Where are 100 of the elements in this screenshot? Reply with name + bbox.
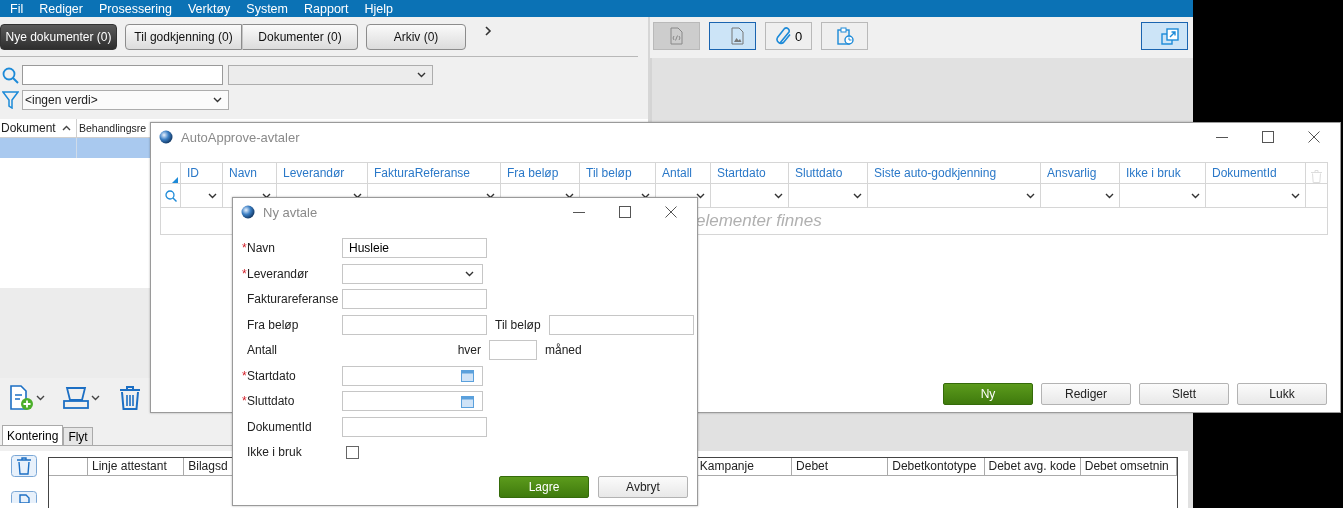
menu-item[interactable]: Rediger bbox=[31, 1, 91, 16]
column-header[interactable]: FakturaReferanse bbox=[368, 163, 501, 183]
menu-item[interactable]: Fil bbox=[2, 1, 32, 16]
trash-icon[interactable] bbox=[118, 385, 142, 411]
column-header[interactable]: Sluttdato bbox=[789, 163, 868, 183]
column-header[interactable]: Debetkontotype bbox=[888, 458, 985, 475]
column-header[interactable]: Startdato bbox=[711, 163, 789, 183]
field-label: Fakturareferanse bbox=[247, 292, 339, 307]
window-title: AutoApprove-avtaler bbox=[181, 129, 301, 145]
field-label: Antall bbox=[247, 343, 278, 358]
tab[interactable]: Nye dokumenter (0) bbox=[0, 24, 117, 50]
chevron-right-icon[interactable] bbox=[484, 26, 492, 36]
filter-icon[interactable] bbox=[2, 91, 19, 109]
toolbar-button[interactable]: 0 bbox=[765, 22, 812, 50]
menu-item[interactable]: System bbox=[238, 1, 296, 16]
caret-icon bbox=[774, 192, 783, 199]
document-icon[interactable] bbox=[11, 491, 37, 503]
search-field[interactable] bbox=[22, 65, 223, 85]
toolbar-button[interactable] bbox=[709, 22, 756, 50]
text-field[interactable] bbox=[342, 314, 487, 335]
column-header[interactable]: Debet omsetnin bbox=[1080, 458, 1177, 475]
dialog-button[interactable]: Lagre bbox=[499, 475, 589, 498]
field-label: Fra beløp bbox=[247, 317, 299, 332]
calendar-icon[interactable] bbox=[461, 369, 474, 383]
dialog-button[interactable]: Ny bbox=[943, 383, 1033, 405]
sort-ascending-icon bbox=[61, 125, 71, 131]
clipboard-clock-icon bbox=[835, 27, 854, 45]
column-header[interactable]: DokumentId bbox=[1206, 163, 1306, 183]
column-header[interactable]: Debet avg. kode bbox=[984, 458, 1081, 475]
column-header[interactable]: Navn bbox=[223, 163, 277, 183]
dialog-button[interactable]: Lukk bbox=[1237, 383, 1327, 405]
menu-item[interactable]: Hjelp bbox=[356, 1, 401, 16]
column-header[interactable]: Linje attestant bbox=[88, 458, 185, 475]
toolbar-button[interactable] bbox=[1141, 22, 1188, 50]
dialog-button[interactable]: Slett bbox=[1139, 383, 1229, 405]
code-file-icon bbox=[667, 27, 686, 45]
dropdown[interactable] bbox=[342, 263, 483, 284]
column-header[interactable]: Dokument bbox=[0, 119, 77, 137]
required-mark: * bbox=[242, 266, 247, 281]
date-field[interactable] bbox=[342, 365, 483, 386]
column-header[interactable]: ID bbox=[181, 163, 223, 183]
field-label: Ikke i bruk bbox=[247, 445, 302, 460]
scanner-icon[interactable] bbox=[63, 386, 89, 410]
date-field[interactable] bbox=[342, 391, 483, 412]
column-header[interactable]: Leverandør bbox=[277, 163, 368, 183]
caret-icon bbox=[1105, 192, 1114, 199]
column-header[interactable]: Siste auto-godkjenning bbox=[868, 163, 1041, 183]
globe-icon bbox=[159, 130, 173, 144]
field-label: Leverandør bbox=[247, 266, 309, 281]
search-icon[interactable] bbox=[164, 189, 177, 202]
column-header[interactable]: Ansvarlig bbox=[1041, 163, 1120, 183]
caret-icon bbox=[853, 192, 862, 199]
text-field[interactable] bbox=[342, 416, 487, 437]
caret-icon bbox=[1191, 192, 1200, 199]
menu-item[interactable]: Verktøy bbox=[179, 1, 239, 16]
dialog-button[interactable]: Avbryt bbox=[598, 475, 688, 498]
field-label: hver bbox=[456, 343, 481, 358]
image-file-icon bbox=[729, 27, 747, 45]
checkbox[interactable] bbox=[346, 445, 359, 459]
trash-icon[interactable] bbox=[11, 455, 37, 477]
search-icon[interactable] bbox=[2, 66, 19, 84]
dropdown[interactable] bbox=[228, 65, 433, 85]
column-header[interactable]: Antall bbox=[656, 163, 711, 183]
pop-out-icon bbox=[1161, 27, 1179, 45]
tab[interactable]: Flyt bbox=[63, 427, 93, 445]
caret-icon bbox=[465, 270, 474, 277]
field-label: DokumentId bbox=[247, 419, 312, 434]
toolbar-button[interactable] bbox=[821, 22, 868, 50]
tab[interactable]: Arkiv (0) bbox=[366, 24, 466, 50]
text-field[interactable] bbox=[549, 314, 694, 335]
column-header[interactable]: Fra beløp bbox=[501, 163, 580, 183]
field-label: Til beløp bbox=[495, 317, 542, 332]
menu-item[interactable]: Prosessering bbox=[91, 1, 180, 16]
globe-icon bbox=[241, 205, 255, 219]
number-field[interactable] bbox=[489, 340, 537, 361]
required-mark: * bbox=[242, 241, 247, 256]
filter-dropdown[interactable]: <ingen verdi> bbox=[22, 90, 229, 110]
required-mark: * bbox=[242, 394, 247, 409]
empty-message: elementer finnes bbox=[696, 211, 822, 231]
tab[interactable]: Til godkjenning (0) bbox=[125, 24, 242, 50]
caret-icon bbox=[91, 395, 100, 401]
column-header[interactable]: Til beløp bbox=[580, 163, 656, 183]
column-header[interactable]: Ikke i bruk bbox=[1120, 163, 1206, 183]
column-header[interactable]: Behandlingsre bbox=[77, 119, 147, 137]
calendar-icon[interactable] bbox=[461, 394, 474, 408]
dialog-button[interactable]: Rediger bbox=[1041, 383, 1131, 405]
menu-item[interactable]: Rapport bbox=[296, 1, 357, 16]
add-document-icon[interactable] bbox=[8, 385, 34, 411]
text-field[interactable] bbox=[342, 289, 487, 310]
maximize-icon[interactable] bbox=[619, 206, 631, 218]
maximize-icon[interactable] bbox=[1262, 131, 1274, 143]
close-icon[interactable] bbox=[665, 206, 677, 218]
dialog-title: Ny avtale bbox=[263, 204, 319, 220]
caret-icon bbox=[213, 97, 222, 103]
caret-icon bbox=[1291, 192, 1300, 199]
tab[interactable]: Dokumenter (0) bbox=[242, 24, 358, 50]
column-header[interactable]: Debet bbox=[792, 458, 889, 475]
tab[interactable]: Kontering bbox=[2, 425, 64, 445]
close-icon[interactable] bbox=[1308, 131, 1320, 143]
text-field[interactable]: Husleie bbox=[342, 238, 487, 259]
